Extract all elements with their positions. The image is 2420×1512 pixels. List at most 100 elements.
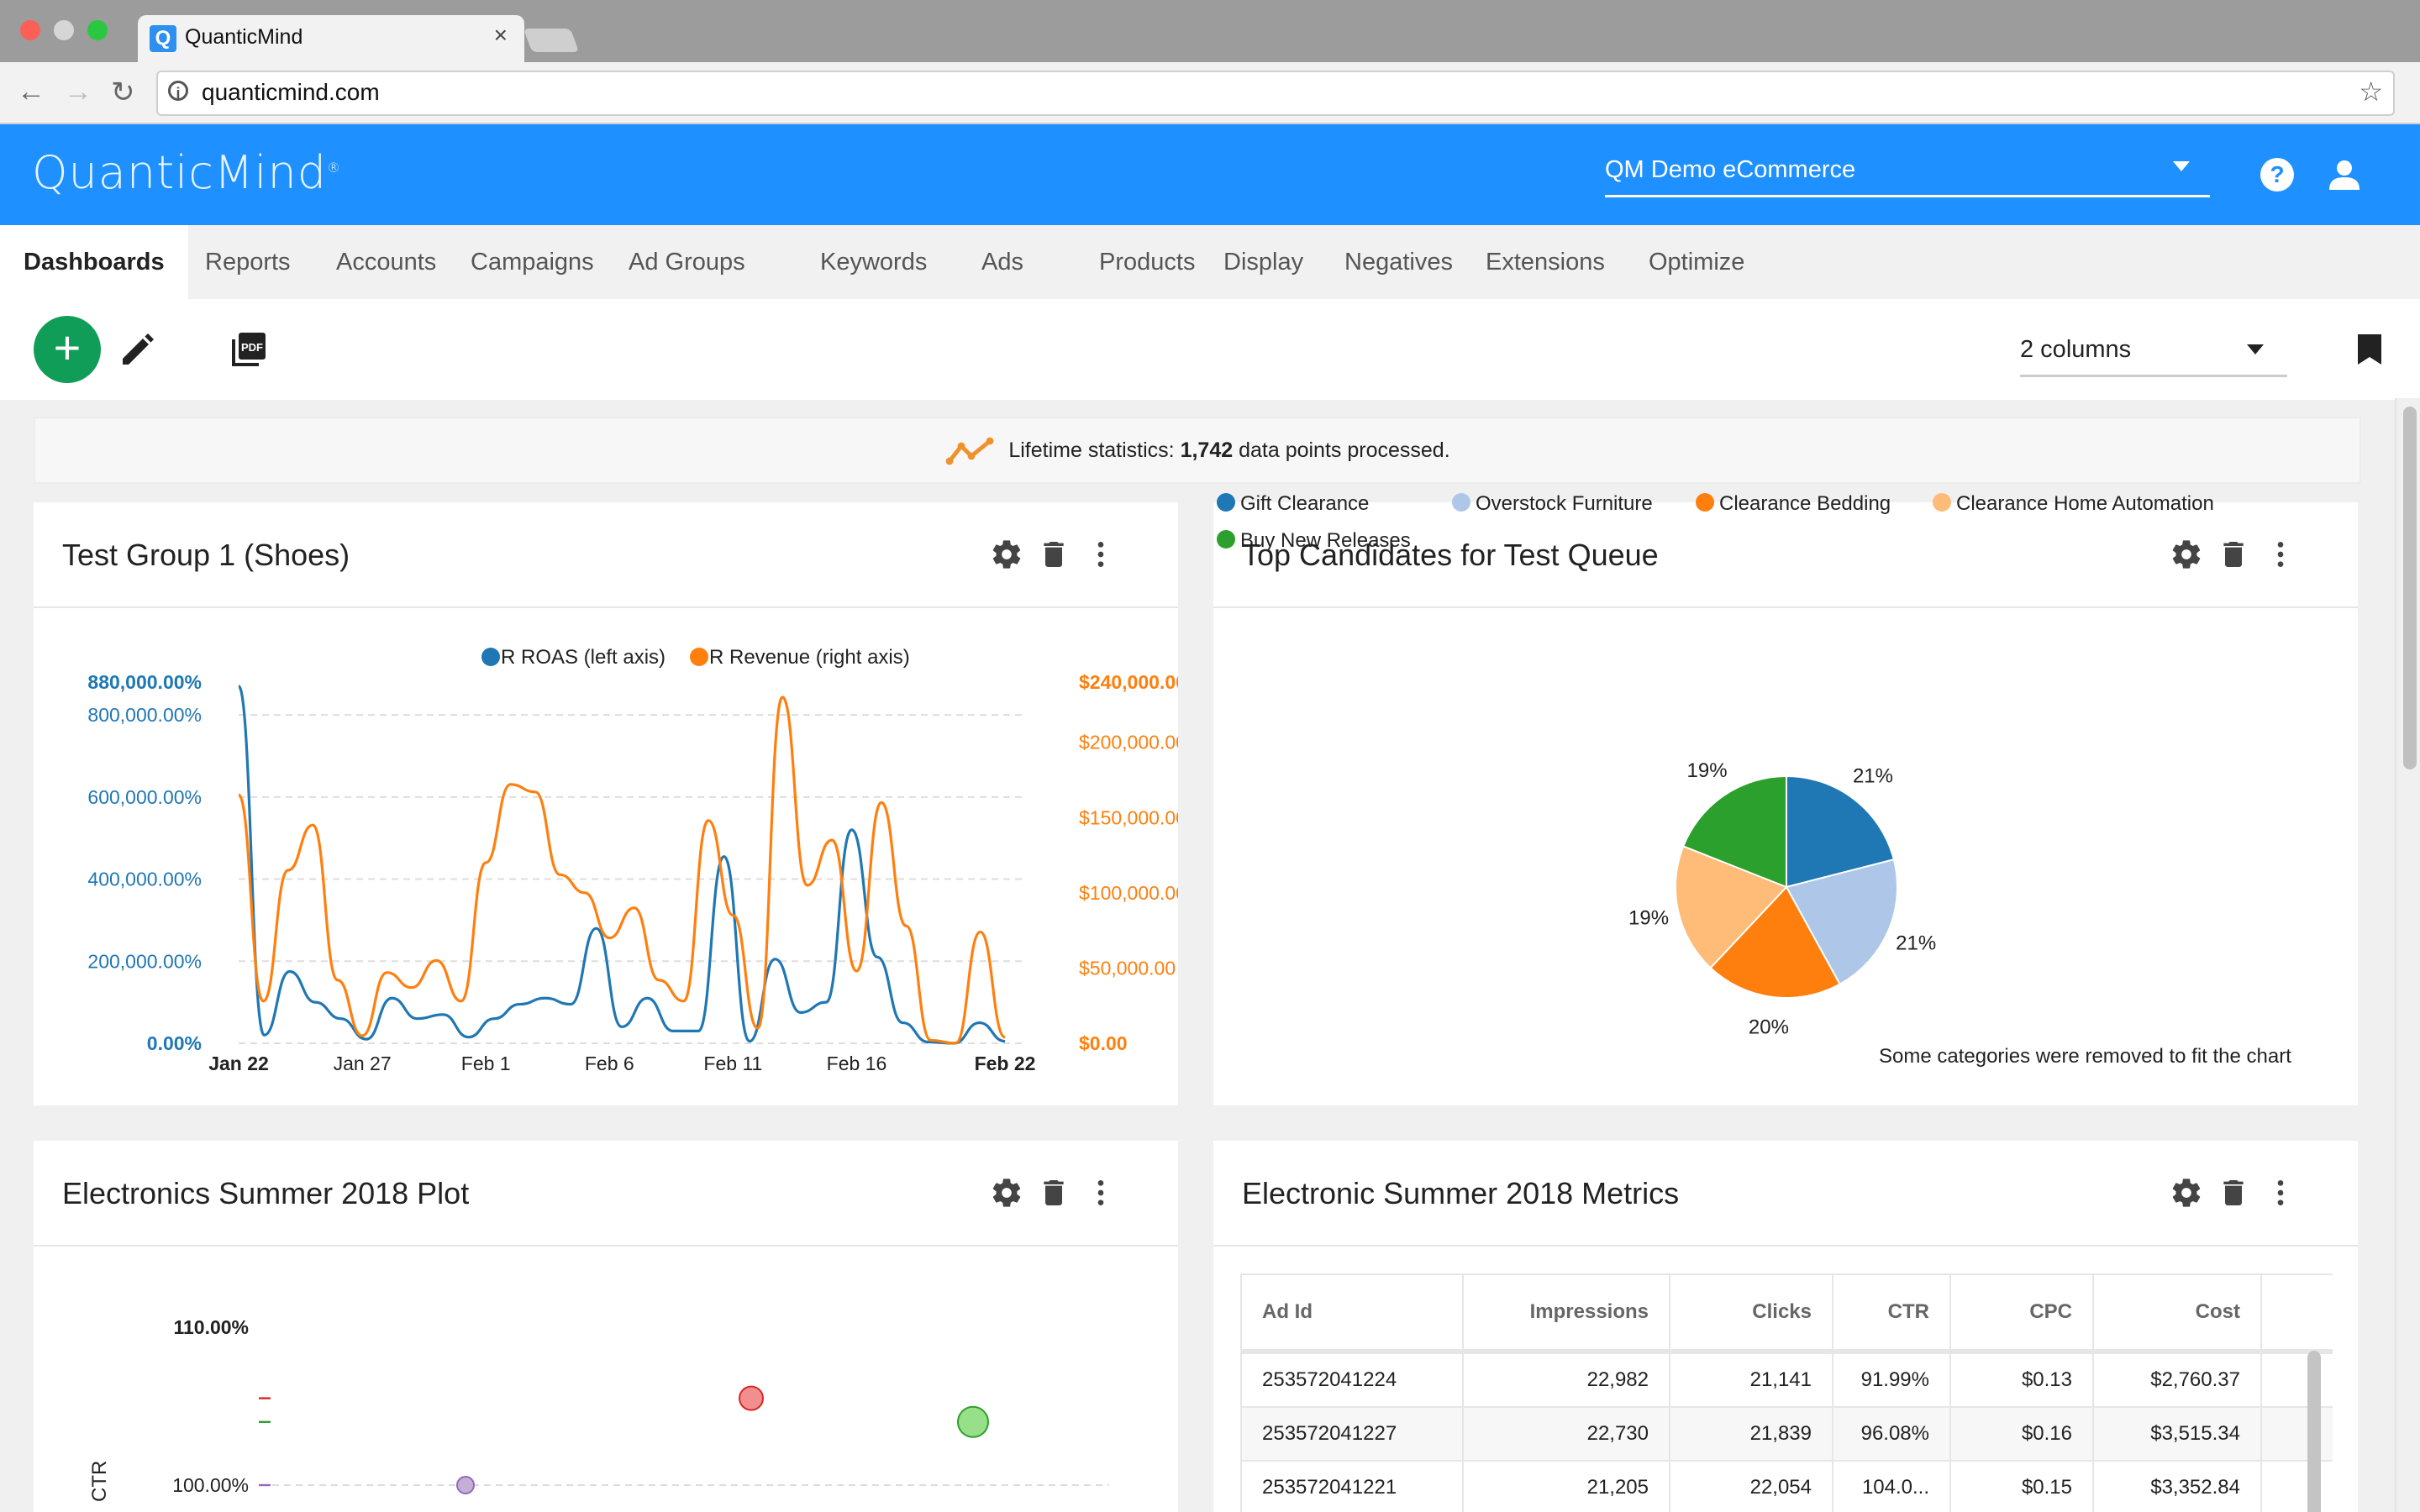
- logo[interactable]: QuanticMind®: [32, 146, 341, 199]
- delete-trash-icon[interactable]: [2217, 538, 2250, 571]
- url-text[interactable]: quanticmind.com: [202, 79, 380, 106]
- browser-tab-strip: Q QuanticMind ×: [0, 0, 2420, 62]
- new-tab-button[interactable]: [523, 29, 580, 52]
- nav-item-extensions[interactable]: Extensions: [1462, 225, 1628, 299]
- app-header: QuanticMind® QM Demo eCommerce ?: [0, 124, 2420, 225]
- columns-select-value: 2 columns: [2020, 336, 2132, 363]
- account-select[interactable]: QM Demo eCommerce: [1605, 144, 2210, 197]
- nav-item-ad-groups[interactable]: Ad Groups: [605, 225, 769, 299]
- scatter-chart: 110.00% 100.00% CTR: [88, 1316, 1109, 1502]
- page-scrollbar-thumb[interactable]: [2403, 407, 2417, 769]
- scatter-point[interactable]: [456, 1476, 475, 1494]
- back-icon[interactable]: ←: [17, 76, 45, 108]
- nav-item-accounts[interactable]: Accounts: [313, 225, 460, 299]
- metrics-table: Ad IdImpressionsClicksCTRCPCCostR Re 253…: [1240, 1273, 2333, 1512]
- nav-item-campaigns[interactable]: Campaigns: [447, 225, 618, 299]
- scatter-point[interactable]: [739, 1385, 764, 1411]
- window-close-button[interactable]: [20, 20, 40, 40]
- user-icon[interactable]: [2328, 158, 2361, 192]
- add-widget-button[interactable]: +: [34, 316, 101, 383]
- help-icon[interactable]: ?: [2260, 158, 2294, 192]
- legend-item[interactable]: Clearance Bedding: [1696, 492, 1891, 516]
- left-axis-tick: 0.00%: [147, 1032, 202, 1054]
- table-row[interactable]: 253572041224 22,982 21,141 91.99% $0.13 $2,76…: [1240, 1351, 2333, 1408]
- column-header[interactable]: Cost: [2092, 1273, 2262, 1352]
- left-axis-tick: 400,000.00%: [87, 869, 202, 890]
- settings-gear-icon[interactable]: [990, 538, 1023, 571]
- tab-title: QuanticMind: [185, 25, 303, 49]
- table-cell: 253572041227: [1240, 1406, 1464, 1462]
- scatter-point[interactable]: [957, 1405, 989, 1438]
- legend-item[interactable]: Gift Clearance: [1217, 492, 1369, 516]
- edit-pencil-icon[interactable]: [118, 329, 158, 370]
- left-axis-tick: 800,000.00%: [87, 704, 202, 726]
- legend-item[interactable]: Buy New Releases: [1217, 529, 1411, 553]
- nav-item-optimize[interactable]: Optimize: [1625, 225, 1768, 299]
- legend-marker: [1452, 493, 1470, 512]
- legend-item[interactable]: Clearance Home Automation: [1933, 492, 2214, 516]
- column-header[interactable]: R Re: [2260, 1273, 2333, 1352]
- delete-trash-icon[interactable]: [2217, 1176, 2250, 1210]
- column-header[interactable]: CPC: [1949, 1273, 2094, 1352]
- table-scrollbar[interactable]: [2307, 1351, 2321, 1512]
- roas-series-line[interactable]: [237, 685, 1006, 1045]
- table-cell: $0.15: [1949, 1460, 2094, 1512]
- nav-item-display[interactable]: Display: [1200, 225, 1327, 299]
- widget-card-top-candidates: Top Candidates for Test Queue Gift Clear…: [1213, 492, 2358, 1105]
- column-header[interactable]: Ad Id: [1240, 1273, 1464, 1352]
- window-maximize-button[interactable]: [87, 20, 108, 40]
- browser-toolbar: ← → ↻ i quanticmind.com ☆: [0, 62, 2420, 124]
- more-vert-icon[interactable]: [2264, 1176, 2297, 1210]
- settings-gear-icon[interactable]: [990, 1176, 1023, 1210]
- nav-item-keywords[interactable]: Keywords: [797, 225, 950, 299]
- legend-label[interactable]: R Revenue (right axis): [709, 646, 910, 669]
- legend-marker[interactable]: [690, 648, 708, 666]
- legend-item[interactable]: Overstock Furniture: [1452, 492, 1653, 516]
- forward-icon[interactable]: →: [64, 76, 92, 108]
- nav-item-negatives[interactable]: Negatives: [1321, 225, 1476, 299]
- delete-trash-icon[interactable]: [1037, 1176, 1071, 1210]
- column-header[interactable]: Clicks: [1669, 1273, 1833, 1352]
- table-cell: $0.13: [1949, 1351, 2094, 1408]
- trend-line-icon: [945, 437, 994, 465]
- nav-item-ads[interactable]: Ads: [958, 225, 1047, 299]
- columns-select[interactable]: 2 columns: [2020, 328, 2287, 377]
- nav-item-reports[interactable]: Reports: [182, 225, 314, 299]
- card-actions: [990, 538, 1141, 571]
- table-cell: 21,839: [1669, 1406, 1833, 1462]
- legend-label[interactable]: R ROAS (left axis): [501, 646, 666, 669]
- info-icon[interactable]: i: [168, 81, 188, 102]
- legend-marker[interactable]: [481, 648, 500, 666]
- x-axis-tick: Feb 22: [975, 1053, 1036, 1074]
- table-row[interactable]: 253572041227 22,730 21,839 96.08% $0.16 $3,51…: [1240, 1406, 2333, 1462]
- settings-gear-icon[interactable]: [2170, 1176, 2203, 1210]
- bookmark-star-icon[interactable]: ☆: [2359, 76, 2383, 108]
- more-vert-icon[interactable]: [1084, 538, 1118, 571]
- pie-label: 19%: [1687, 759, 1728, 782]
- column-header[interactable]: CTR: [1832, 1273, 1951, 1352]
- more-vert-icon[interactable]: [2264, 538, 2297, 571]
- reload-icon[interactable]: ↻: [111, 76, 135, 109]
- window-minimize-button[interactable]: [54, 20, 74, 40]
- tab-close-icon[interactable]: ×: [494, 22, 508, 49]
- table-cell: 253572041221: [1240, 1460, 1464, 1512]
- page-scrollbar[interactable]: [2395, 398, 2420, 1512]
- delete-trash-icon[interactable]: [1037, 538, 1071, 571]
- settings-gear-icon[interactable]: [2170, 538, 2203, 571]
- nav-item-dashboards[interactable]: Dashboards: [0, 225, 188, 299]
- table-cell: $0.16: [1949, 1406, 2094, 1462]
- caret-down-icon: [2173, 161, 2190, 171]
- pie-label: 21%: [1896, 932, 1936, 955]
- column-header[interactable]: Impressions: [1462, 1273, 1670, 1352]
- address-bar[interactable]: i quanticmind.com ☆: [156, 71, 2395, 116]
- pdf-export-icon[interactable]: PDF: [229, 329, 269, 370]
- bookmark-icon[interactable]: [2356, 333, 2383, 366]
- legend-label: Clearance Home Automation: [1956, 492, 2214, 515]
- right-axis-tick: $200,000.00: [1079, 732, 1178, 753]
- more-vert-icon[interactable]: [1084, 1176, 1118, 1210]
- right-axis-tick: $240,000.00: [1079, 671, 1178, 693]
- browser-tab[interactable]: Q QuanticMind ×: [138, 15, 524, 62]
- nav-item-products[interactable]: Products: [1076, 225, 1218, 299]
- table-row[interactable]: 253572041221 21,205 22,054 104.0... $0.15 $3,…: [1240, 1460, 2333, 1512]
- table-cell: 104.0...: [1832, 1460, 1951, 1512]
